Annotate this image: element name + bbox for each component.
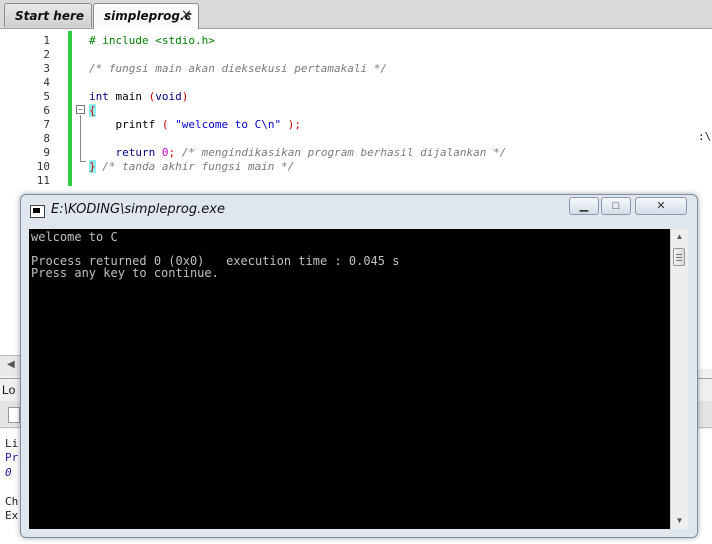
code-line-5: int main (void) [89,90,188,103]
tab-start-here[interactable]: Start here [4,3,92,27]
console-line: Press any key to continue. [31,266,219,280]
keyword: void [155,90,182,103]
line-number: 1 [43,34,50,47]
line-number: 10 [36,160,50,173]
console-line: welcome to C [31,230,118,244]
window-title: E:\KODING\simpleprog.exe [51,202,225,217]
code-line-3: /* fungsi main akan dieksekusi pertamaka… [89,62,388,75]
comment: /* mengindikasikan program berhasil dija… [175,146,507,159]
line-number: 2 [43,48,50,61]
fold-toggle-icon[interactable]: − [76,105,85,114]
code-line-9: return 0; /* mengindikasikan program ber… [89,146,507,159]
identifier: printf [115,118,162,131]
code-line-10: } /* tanda akhir fungsi main */ [89,160,294,173]
number-literal: 0 [155,146,169,159]
fold-line [80,115,81,161]
minimize-icon: ▁ [579,200,589,212]
console-app-icon [30,205,45,218]
line-number: 5 [43,90,50,103]
log-fragment: :\ [698,130,712,143]
comment: /* tanda akhir fungsi main */ [95,160,295,173]
line-number: 11 [36,174,50,187]
code-line-6: { [89,104,96,117]
fold-end [80,161,86,162]
scroll-left-icon[interactable]: ◀ [7,359,15,370]
line-number: 7 [43,118,50,131]
close-icon: ✕ [656,200,666,212]
line-number: 8 [43,132,50,145]
log-line: Li [5,437,19,450]
maximize-icon: □ [612,200,620,212]
brace-match: } [89,160,96,173]
scroll-thumb[interactable] [673,248,685,266]
line-number-gutter: 1 2 3 4 5 6 7 8 9 10 11 [0,29,68,187]
keyword: int [89,90,109,103]
grip-line [676,260,682,261]
line-number: 3 [43,62,50,75]
paren: ); [281,118,301,131]
log-line: Ch [5,495,19,508]
string-literal: "welcome to C\n" [175,118,282,131]
change-bar [68,31,72,186]
horizontal-scrollbar[interactable]: ◀ [0,355,22,376]
close-icon[interactable]: ✕ [181,8,192,23]
scroll-down-icon[interactable]: ▼ [671,513,688,529]
tab-simpleprog[interactable]: simpleprog.c ✕ [93,3,199,29]
minimize-button[interactable]: ▁ [569,197,599,215]
console-vertical-scrollbar[interactable]: ▲ ▼ [670,229,688,529]
scroll-up-icon[interactable]: ▲ [671,229,688,245]
grip-line [676,254,682,255]
log-line: Pr [5,451,19,464]
line-number: 9 [43,146,50,159]
console-window[interactable]: E:\KODING\simpleprog.exe ▁ □ ✕ welcome t… [20,194,698,538]
grip-line [676,257,682,258]
logs-tab[interactable]: Lo [2,383,15,397]
keyword: return [115,146,156,159]
editor-tab-bar: Start here simpleprog.c ✕ [0,0,712,29]
brace-match: { [89,104,96,117]
log-line: Ex [5,509,19,522]
code-line-7: printf ( "welcome to C\n" ); [89,118,301,131]
identifier: main [108,90,149,103]
document-icon[interactable] [8,407,20,423]
console-output[interactable]: welcome to C Process returned 0 (0x0) ex… [29,229,670,529]
maximize-button[interactable]: □ [601,197,631,215]
code-line-1: # include <stdio.h> [89,34,215,47]
close-button[interactable]: ✕ [635,197,687,215]
paren: ) [181,90,189,103]
console-title-bar[interactable]: E:\KODING\simpleprog.exe ▁ □ ✕ [21,195,697,223]
line-number: 6 [43,104,50,117]
log-line: 0 [5,466,12,479]
tab-label: Start here [15,9,85,23]
line-number: 4 [43,76,50,89]
paren: ( [161,118,176,131]
tab-label: simpleprog.c [104,9,192,23]
